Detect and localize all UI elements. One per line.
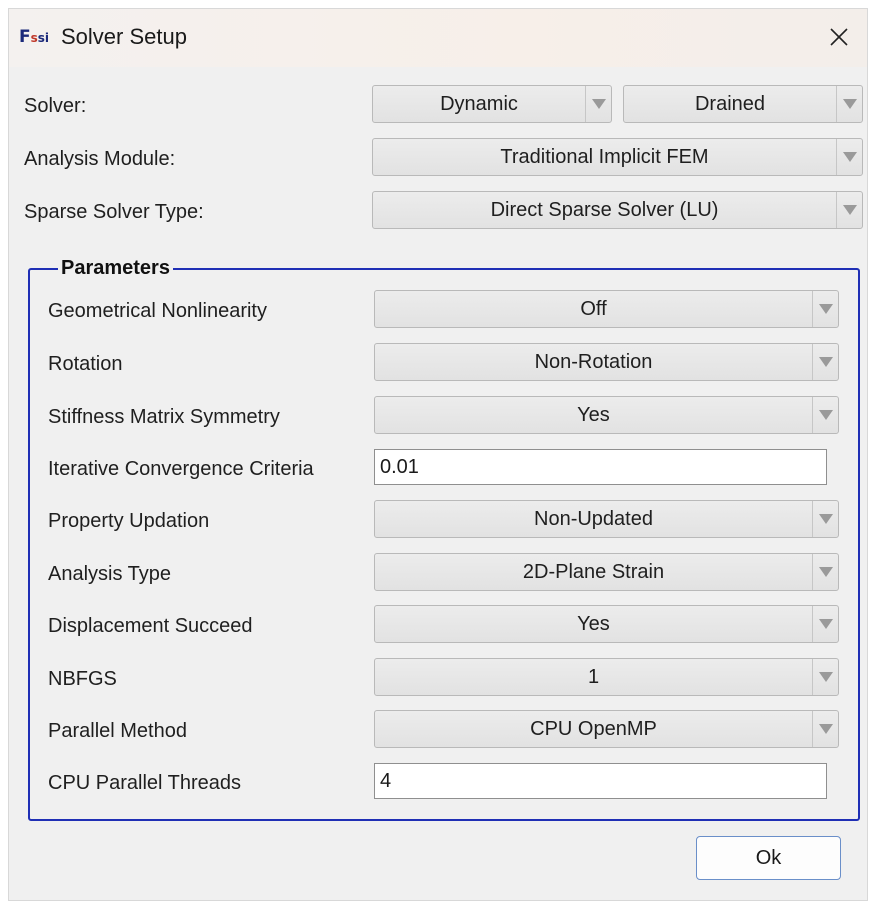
chevron-down-icon (842, 99, 857, 109)
param-label-nbfgs: NBFGS (48, 668, 117, 690)
nbfgs-select[interactable]: 1 (374, 658, 839, 696)
property-updation-value: Non-Updated (534, 508, 653, 530)
analysis-module-value: Traditional Implicit FEM (500, 146, 709, 168)
sparse-solver-type-value: Direct Sparse Solver (LU) (490, 199, 719, 221)
solver-mode-value: Dynamic (440, 93, 518, 115)
chevron-down-icon (818, 724, 833, 734)
chevron-down-icon (818, 672, 833, 682)
sparse-solver-type-label: Sparse Solver Type: (24, 201, 204, 223)
param-label-analysis-type: Analysis Type (48, 563, 172, 585)
analysis-type-select[interactable]: 2D-Plane Strain (374, 553, 839, 591)
chevron-down-icon (818, 567, 833, 577)
chevron-down-icon (842, 152, 857, 162)
stiffness-matrix-symmetry-select[interactable]: Yes (374, 396, 839, 434)
chevron-down-icon (591, 99, 606, 109)
chevron-down-icon (818, 619, 833, 629)
displacement-succeed-value: Yes (577, 613, 610, 635)
geometrical-nonlinearity-value: Off (580, 298, 607, 320)
chevron-down-icon (818, 357, 833, 367)
param-label-displacement-succeed: Displacement Succeed (48, 615, 253, 637)
parallel-method-value: CPU OpenMP (530, 718, 657, 740)
solver-setup-dialog: Fssi Solver Setup Solver: Dynamic Draine… (8, 8, 868, 901)
rotation-select[interactable]: Non-Rotation (374, 343, 839, 381)
rotation-value: Non-Rotation (534, 351, 653, 373)
title-bar[interactable]: Fssi Solver Setup (9, 9, 867, 67)
sparse-solver-type-select[interactable]: Direct Sparse Solver (LU) (372, 191, 863, 229)
close-icon (830, 28, 848, 46)
param-label-geometrical-nonlinearity: Geometrical Nonlinearity (48, 300, 267, 322)
close-button[interactable] (819, 17, 859, 57)
stiffness-matrix-symmetry-value: Yes (577, 404, 610, 426)
param-label-parallel-method: Parallel Method (48, 720, 187, 742)
cpu-parallel-threads-input[interactable]: 4 (374, 763, 827, 799)
param-label-iterative-convergence-criteria: Iterative Convergence Criteria (48, 458, 314, 480)
chevron-down-icon (818, 304, 833, 314)
param-label-cpu-parallel-threads: CPU Parallel Threads (48, 772, 242, 794)
parallel-method-select[interactable]: CPU OpenMP (374, 710, 839, 748)
parameters-group-title: Parameters (58, 255, 173, 281)
solver-drainage-value: Drained (694, 93, 766, 115)
fssi-app-icon: Fssi (19, 27, 50, 47)
analysis-module-label: Analysis Module: (24, 148, 176, 170)
solver-label: Solver: (24, 95, 87, 117)
nbfgs-value: 1 (587, 666, 600, 688)
property-updation-select[interactable]: Non-Updated (374, 500, 839, 538)
displacement-succeed-select[interactable]: Yes (374, 605, 839, 643)
analysis-module-select[interactable]: Traditional Implicit FEM (372, 138, 863, 176)
param-label-rotation: Rotation (48, 353, 123, 375)
ok-button[interactable]: Ok (696, 836, 841, 880)
solver-drainage-select[interactable]: Drained (623, 85, 863, 123)
chevron-down-icon (818, 410, 833, 420)
param-label-stiffness-matrix-symmetry: Stiffness Matrix Symmetry (48, 406, 280, 428)
solver-mode-select[interactable]: Dynamic (372, 85, 612, 123)
window-title: Solver Setup (61, 24, 187, 49)
param-label-property-updation: Property Updation (48, 510, 210, 532)
chevron-down-icon (842, 205, 857, 215)
iterative-convergence-criteria-input[interactable]: 0.01 (374, 449, 827, 485)
chevron-down-icon (818, 514, 833, 524)
geometrical-nonlinearity-select[interactable]: Off (374, 290, 839, 328)
analysis-type-value: 2D-Plane Strain (522, 561, 665, 583)
